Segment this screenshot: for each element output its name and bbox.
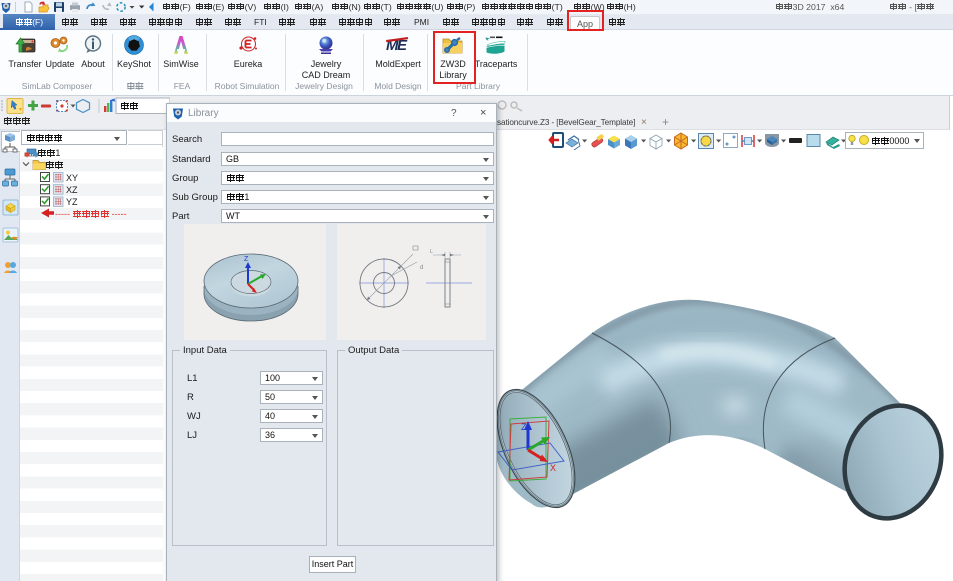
svg-text:X: X <box>550 463 556 473</box>
svg-text:d: d <box>420 265 423 271</box>
svg-text:Z: Z <box>244 256 249 263</box>
svg-text:L: L <box>430 249 433 255</box>
svg-text:Z: Z <box>521 422 527 432</box>
